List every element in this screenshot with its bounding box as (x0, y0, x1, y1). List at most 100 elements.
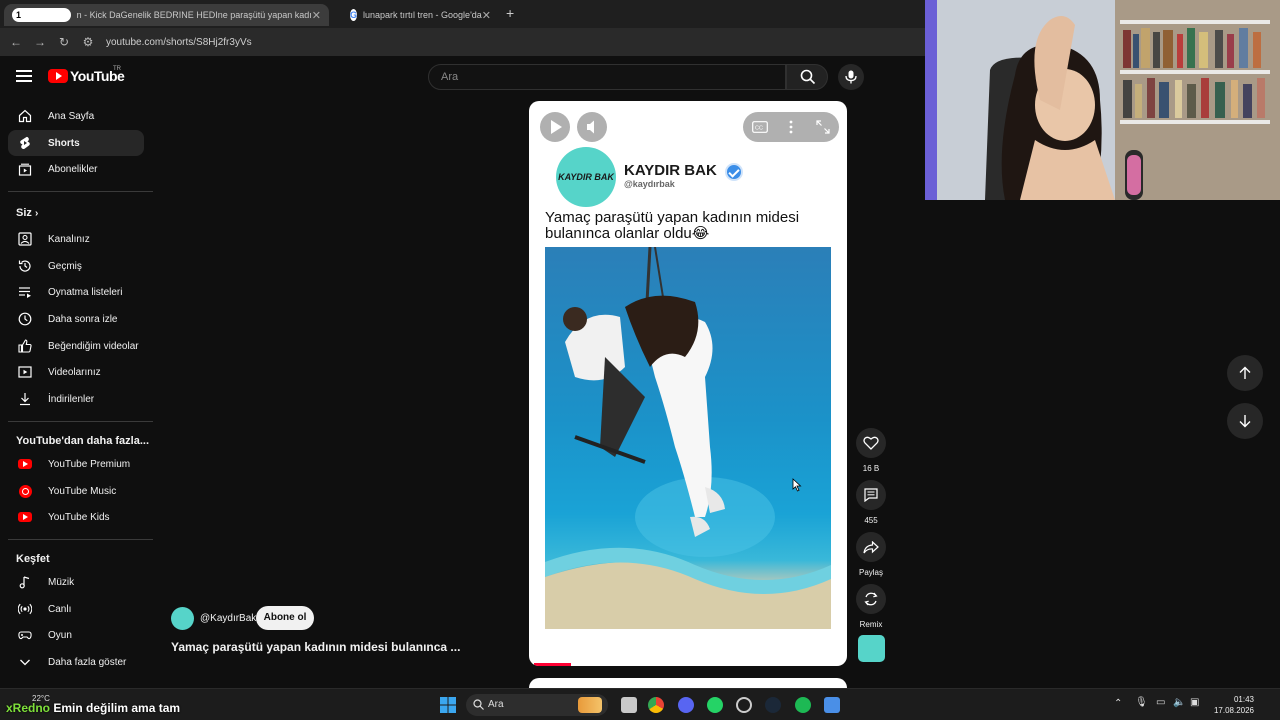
sidebar-item-label: Daha sonra izle (48, 313, 118, 325)
site-info-icon[interactable]: ⚙ (76, 35, 100, 49)
playlists-icon (18, 285, 32, 299)
comment-count: 455 (864, 516, 878, 525)
play-button[interactable] (540, 112, 570, 142)
sidebar-item-channel[interactable]: Kanalınız (8, 226, 144, 252)
menu-icon[interactable] (16, 70, 32, 82)
mute-button[interactable] (577, 112, 607, 142)
sidebar-item-label: Canlı (48, 603, 72, 615)
search-input[interactable]: Ara (428, 64, 786, 90)
avatar[interactable] (171, 607, 194, 630)
share-button[interactable] (856, 532, 886, 562)
arrow-down-icon (1239, 415, 1251, 428)
windows-taskbar: Ara ⌃ 🎙 ▭ 🔈 ▣ (0, 688, 1280, 720)
spotify-icon[interactable] (795, 697, 811, 713)
remix-button[interactable] (856, 584, 886, 614)
tab-label: n - Kick DaGenelik BEDRINE HEDIne paraşü… (76, 10, 312, 20)
music-icon (18, 575, 32, 589)
clock-date: 17.08.2026 (1213, 706, 1254, 715)
short-title[interactable]: Yamaç paraşütü yapan kadının midesi bula… (171, 640, 460, 654)
svg-text:CC: CC (755, 126, 763, 132)
sidebar-item-show-more[interactable]: Daha fazla göster (8, 649, 144, 675)
next-short-button[interactable] (1227, 403, 1263, 439)
sidebar-item-watch-later[interactable]: Daha sonra izle (8, 306, 144, 332)
sidebar-item-playlists[interactable]: Oynatma listeleri (8, 279, 144, 305)
voice-search-button[interactable] (838, 64, 864, 90)
chrome-icon[interactable] (648, 697, 664, 713)
file-explorer-icon[interactable] (621, 697, 637, 713)
fullscreen-icon[interactable] (816, 120, 830, 134)
previous-short-button[interactable] (1227, 355, 1263, 391)
sidebar: Ana Sayfa Shorts Abonelikler Siz › Kanal… (0, 98, 153, 688)
search-button[interactable] (786, 64, 828, 90)
channel-thumbnail[interactable] (858, 635, 885, 662)
sidebar-item-liked[interactable]: Beğendiğim videolar (8, 333, 144, 359)
sidebar-item-downloads[interactable]: İndirilenler (8, 386, 144, 412)
sidebar-item-gaming[interactable]: Oyun (8, 622, 144, 648)
taskbar-search[interactable]: Ara (466, 694, 608, 716)
home-icon (18, 109, 32, 123)
sidebar-item-subscriptions[interactable]: Abonelikler (8, 156, 144, 182)
sidebar-item-live[interactable]: Canlı (8, 596, 144, 622)
tab-active[interactable]: 1 n - Kick DaGenelik BEDRINE HEDIne para… (4, 4, 329, 26)
steam-icon[interactable] (765, 697, 781, 713)
player-controls-pill: CC (743, 112, 839, 142)
battery-icon[interactable]: ▣ (1190, 697, 1199, 708)
video-frame[interactable] (545, 247, 831, 629)
like-button[interactable] (856, 428, 886, 458)
tab-label: lunapark tırtıl tren - Google'da (363, 10, 482, 20)
sidebar-item-your-videos[interactable]: Videolarınız (8, 359, 144, 385)
comment-action: 455 (856, 480, 886, 525)
video-progress-bar[interactable] (534, 663, 571, 666)
sidebar-item-shorts[interactable]: Shorts (8, 130, 144, 156)
short-caption: Yamaç paraşütü yapan kadının midesi bula… (545, 209, 800, 242)
sidebar-item-youtube-music[interactable]: YouTube Music (8, 478, 144, 504)
shorts-player[interactable]: CC KAYDIR BAK KAYDIR BAK @kaydırbak Yama… (529, 101, 847, 666)
youtube-kids-icon (18, 510, 32, 524)
mic-icon[interactable]: 🎙 (1135, 697, 1148, 708)
back-icon[interactable]: ← (4, 35, 28, 49)
share-icon (863, 540, 879, 553)
app-icon[interactable] (824, 697, 840, 713)
close-tab-icon[interactable]: ✕ (482, 9, 491, 22)
channel-logo: KAYDIR BAK (556, 147, 616, 207)
sidebar-item-youtube-premium[interactable]: YouTube Premium (8, 451, 144, 477)
youtube-logo-icon[interactable] (48, 69, 68, 83)
mouse-cursor-icon (792, 478, 802, 492)
more-options-icon[interactable] (789, 120, 793, 134)
captions-icon[interactable]: CC (752, 121, 768, 133)
windows-start-icon[interactable] (440, 697, 456, 713)
search-icon (473, 699, 484, 710)
forward-icon[interactable]: → (28, 35, 52, 49)
sidebar-item-youtube-kids[interactable]: YouTube Kids (8, 504, 144, 530)
sidebar-item-label: Oyun (48, 629, 72, 641)
network-icon[interactable]: ▭ (1156, 697, 1165, 708)
discord-icon[interactable] (678, 697, 694, 713)
reload-icon[interactable]: ↻ (52, 35, 76, 49)
live-icon (18, 602, 32, 616)
sidebar-item-label: YouTube Music (48, 485, 117, 497)
comment-button[interactable] (856, 480, 886, 510)
chevron-down-icon (18, 655, 32, 669)
whatsapp-icon[interactable] (707, 697, 723, 713)
history-icon (18, 259, 32, 273)
subscribe-button[interactable]: Abone ol (256, 606, 314, 630)
sidebar-heading-you[interactable]: Siz › (16, 207, 38, 219)
sidebar-item-history[interactable]: Geçmiş (8, 253, 144, 279)
paraglider-scene (545, 247, 831, 629)
sidebar-item-home[interactable]: Ana Sayfa (8, 103, 144, 129)
volume-icon[interactable]: 🔈 (1173, 697, 1185, 708)
sidebar-item-label: Müzik (48, 576, 75, 588)
sidebar-item-music[interactable]: Müzik (8, 569, 144, 595)
sidebar-item-label: Shorts (48, 137, 80, 149)
channel-handle-link[interactable]: @KaydırBak (200, 613, 256, 624)
chevron-up-icon[interactable]: ⌃ (1114, 698, 1122, 709)
obs-icon[interactable] (736, 697, 752, 713)
new-tab-button[interactable]: + (506, 5, 514, 21)
taskbar-clock[interactable]: 01:43 17.08.2026 (1212, 694, 1254, 716)
share-label: Paylaş (858, 568, 883, 577)
url-field[interactable]: youtube.com/shorts/S8Hj2fr3yVs (106, 37, 252, 48)
tab-google[interactable]: G lunapark tırtıl tren - Google'da ✕ (342, 4, 497, 26)
close-tab-icon[interactable]: ✕ (312, 9, 321, 22)
remix-icon (864, 592, 878, 606)
taskbar-search-label: Ara (488, 699, 504, 710)
